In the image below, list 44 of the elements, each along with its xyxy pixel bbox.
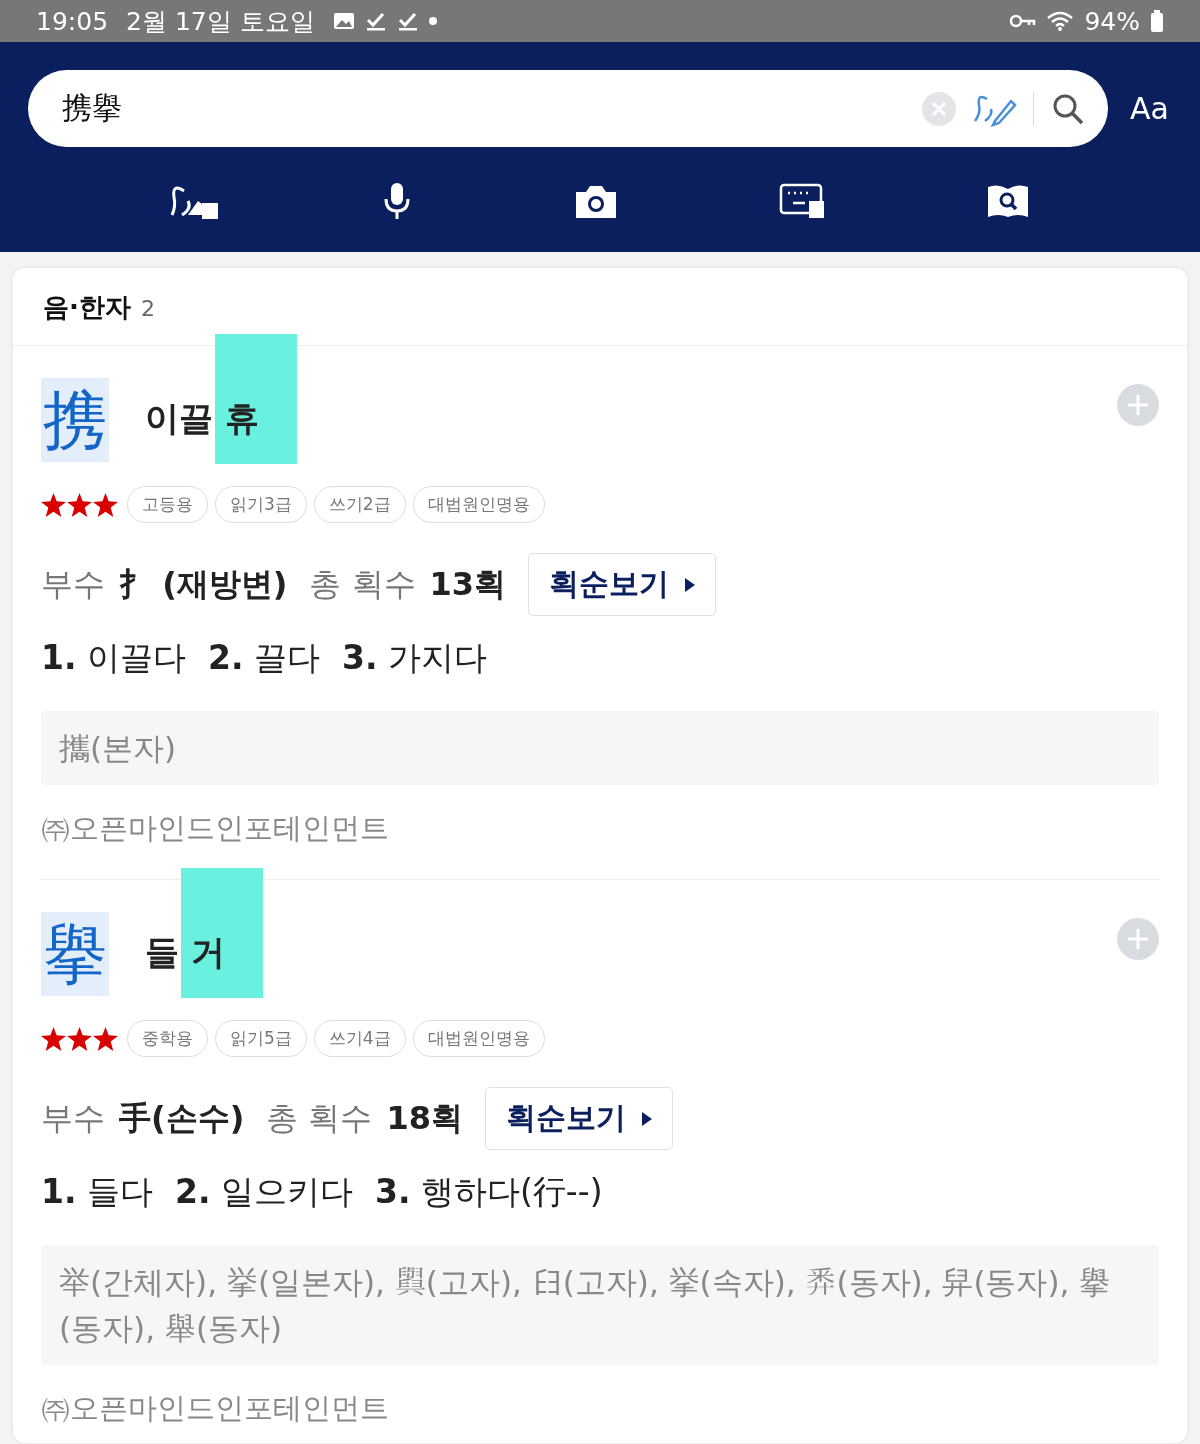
book-search-icon[interactable] <box>985 183 1030 219</box>
definition: 2. 일으키다 <box>175 1171 353 1213</box>
image-icon <box>332 11 355 31</box>
result-count: 2 <box>140 296 155 321</box>
dot-icon <box>428 17 437 25</box>
definition: 2. 끌다 <box>208 637 320 679</box>
stroke-count-label: 총 획수 <box>266 1097 373 1139</box>
key-icon <box>1010 14 1037 28</box>
stroke-order-button[interactable]: 획순보기 <box>528 553 717 616</box>
hanja-character: 擧 <box>41 912 109 996</box>
definition: 1. 이끌다 <box>41 637 186 679</box>
section-title: 음·한자 <box>43 291 131 324</box>
wifi-icon <box>1046 10 1075 32</box>
source-text: ㈜오픈마인드인포테인먼트 <box>41 1390 390 1427</box>
battery-icon <box>1150 10 1164 32</box>
radical-text: 手(손수) <box>119 1097 245 1139</box>
search-query: 携擧 <box>62 89 123 127</box>
meaning-text: 들 <box>145 931 179 974</box>
search-field[interactable]: 携擧 <box>28 70 1108 147</box>
check-icon <box>396 11 419 31</box>
definition: 1. 들다 <box>41 1171 153 1213</box>
variant-characters: 举(간체자), 挙(일본자), 𦦲(고자), 𦥑(고자), 挙(속자), 𢍏(동자), 舁(동자), 擧(동자), 舉(동자) <box>41 1245 1159 1365</box>
keyboard-icon[interactable] <box>778 183 825 219</box>
radical-label: 부수 <box>41 1097 105 1139</box>
hanja-character: 携 <box>41 378 109 462</box>
definition: 3. 가지다 <box>342 637 487 679</box>
source-text: ㈜오픈마인드인포테인먼트 <box>41 810 390 847</box>
sound-text: 휴 <box>215 334 297 464</box>
battery-level: 94% <box>1084 6 1140 36</box>
meaning-text: 이끌 <box>145 397 213 440</box>
radical-label: 부수 <box>41 563 105 605</box>
definition: 3. 행하다(行--) <box>375 1171 603 1213</box>
stroke-order-button[interactable]: 획순보기 <box>484 1087 673 1150</box>
check-icon <box>364 11 387 31</box>
stroke-count: 13획 <box>429 563 507 605</box>
clock: 19:05 <box>36 6 109 36</box>
caret-icon <box>639 1110 654 1127</box>
radical-text: 扌 (재방변) <box>119 563 288 605</box>
variant-characters: 攜(본자) <box>41 711 1159 785</box>
stroke-count-label: 총 획수 <box>309 563 416 605</box>
sound-text: 거 <box>181 868 263 998</box>
date: 2월 17일 토요일 <box>126 5 315 38</box>
font-size-button[interactable]: Aa <box>1130 91 1169 126</box>
stroke-count: 18획 <box>386 1097 463 1139</box>
